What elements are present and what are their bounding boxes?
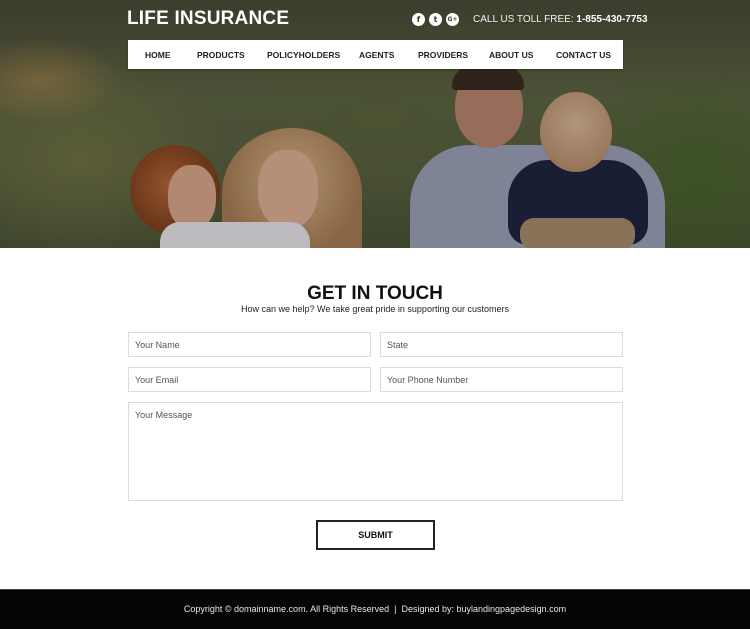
contact-title: GET IN TOUCH	[307, 283, 443, 304]
nav-agents[interactable]: AGENTS	[359, 50, 394, 60]
footer-text: Copyright © domainname.com. All Rights R…	[0, 604, 750, 614]
state-input[interactable]	[380, 332, 623, 357]
name-input[interactable]	[128, 332, 371, 357]
submit-button[interactable]: SUBMIT	[316, 520, 435, 550]
hero-banner	[0, 0, 750, 248]
toll-free-info: CALL US TOLL FREE: 1-855-430-7753	[473, 14, 648, 25]
contact-subtitle: How can we help? We take great pride in …	[241, 304, 509, 314]
nav-home[interactable]: HOME	[145, 50, 171, 60]
brand-logo[interactable]: LIFE INSURANCE	[127, 8, 289, 30]
google-plus-icon[interactable]: G+	[446, 13, 459, 26]
call-label: CALL US TOLL FREE:	[473, 14, 574, 25]
designer-credit-link[interactable]: Designed by: buylandingpagedesign.com	[401, 604, 566, 614]
hero-overlay	[0, 0, 750, 248]
message-textarea[interactable]	[128, 402, 623, 501]
nav-products[interactable]: PRODUCTS	[197, 50, 245, 60]
phone-number[interactable]: 1-855-430-7753	[576, 14, 647, 25]
facebook-icon[interactable]: f	[412, 13, 425, 26]
footer: Copyright © domainname.com. All Rights R…	[0, 589, 750, 629]
email-input[interactable]	[128, 367, 371, 392]
phone-input[interactable]	[380, 367, 623, 392]
copyright-text: Copyright © domainname.com. All Rights R…	[183, 604, 390, 614]
nav-contact-us[interactable]: CONTACT US	[556, 50, 611, 60]
nav-policyholders[interactable]: POLICYHOLDERS	[267, 50, 340, 60]
footer-separator: |	[394, 604, 397, 614]
nav-about-us[interactable]: ABOUT US	[489, 50, 533, 60]
twitter-icon[interactable]: t	[429, 13, 442, 26]
nav-providers[interactable]: PROVIDERS	[418, 50, 468, 60]
main-nav: HOME PRODUCTS POLICYHOLDERS AGENTS PROVI…	[128, 40, 623, 69]
